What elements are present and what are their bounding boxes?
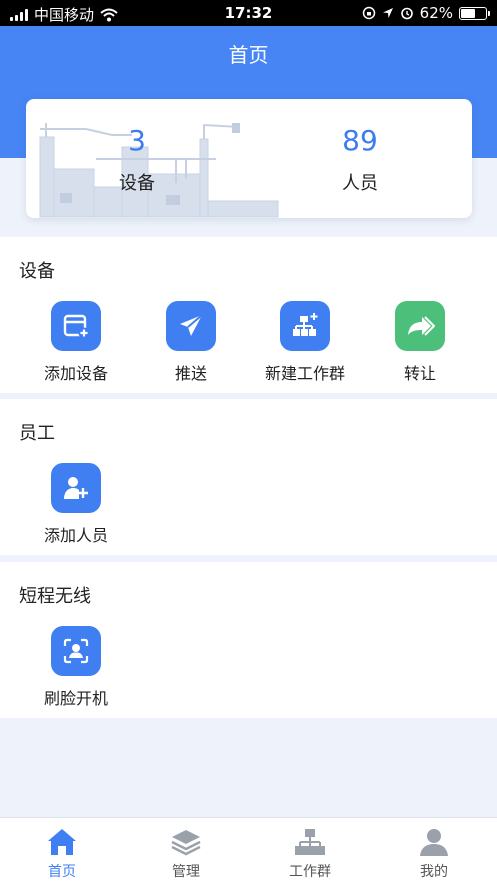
tab-mine[interactable]: 我的 (372, 818, 496, 883)
add-person-button[interactable]: 添加人员 (19, 463, 133, 546)
tab-label: 我的 (420, 864, 448, 880)
alarm-icon (400, 7, 413, 20)
battery-icon (459, 6, 490, 20)
tab-home[interactable]: 首页 (0, 818, 124, 883)
transfer-button[interactable]: 转让 (363, 301, 477, 384)
push-button[interactable]: 推送 (134, 301, 248, 384)
item-label: 新建工作群 (264, 364, 345, 383)
face-scan-icon (51, 626, 101, 676)
status-bar: 中国移动 17:32 62% (0, 0, 497, 26)
item-label: 刷脸开机 (43, 689, 108, 708)
rotation-lock-icon (362, 6, 375, 20)
tab-label: 首页 (48, 864, 76, 880)
org-add-icon (280, 301, 330, 351)
tab-bar: 首页 管理 工作群 我的 (0, 817, 497, 883)
summary-card: 3 设备 89 人员 (26, 99, 472, 218)
tab-workgroup[interactable]: 工作群 (248, 818, 372, 883)
device-count: 3 (128, 124, 146, 157)
tab-manage[interactable]: 管理 (124, 818, 248, 883)
send-icon (166, 301, 216, 351)
item-label: 推送 (174, 364, 207, 383)
item-label: 添加设备 (43, 364, 108, 383)
section-title: 短程无线 (19, 586, 91, 607)
device-count-stat[interactable]: 3 设备 (62, 125, 212, 195)
item-label: 添加人员 (43, 526, 108, 545)
section-title: 员工 (19, 423, 55, 444)
forward-icon (395, 301, 445, 351)
tab-label: 管理 (172, 864, 200, 880)
staff-section: 员工 添加人员 (0, 399, 497, 555)
battery-percent: 62% (419, 4, 453, 22)
page-title: 首页 (228, 43, 269, 67)
add-person-icon (51, 463, 101, 513)
add-device-button[interactable]: 添加设备 (19, 301, 133, 384)
people-count: 89 (342, 124, 378, 157)
item-label: 转让 (403, 364, 436, 383)
people-count-label: 人员 (342, 173, 378, 194)
home-icon (46, 826, 78, 858)
layers-icon (170, 826, 202, 858)
tab-label: 工作群 (289, 864, 331, 880)
devices-section: 设备 添加设备 推送 新建工作群 转让 (0, 237, 497, 393)
org-chart-icon (294, 826, 326, 858)
new-workgroup-button[interactable]: 新建工作群 (248, 301, 362, 384)
section-title: 设备 (19, 261, 55, 282)
person-icon (418, 826, 450, 858)
people-count-stat[interactable]: 89 人员 (285, 125, 435, 195)
add-device-icon (51, 301, 101, 351)
face-scan-button[interactable]: 刷脸开机 (19, 626, 133, 709)
device-count-label: 设备 (119, 173, 155, 194)
short-range-section: 短程无线 刷脸开机 (0, 562, 497, 718)
battery-fill (461, 8, 476, 18)
location-icon (382, 8, 393, 18)
